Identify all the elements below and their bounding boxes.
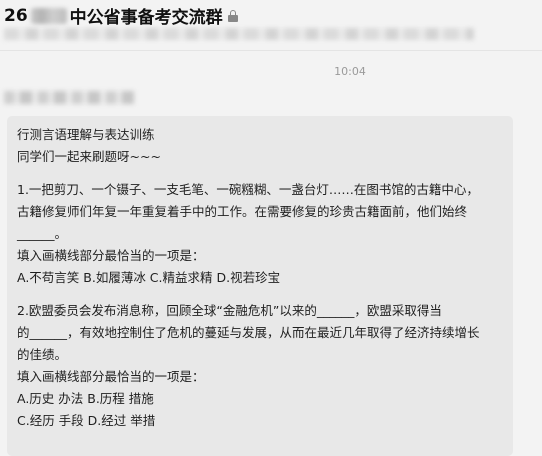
message-line: ______。	[17, 226, 68, 241]
redacted-subtitle	[4, 28, 474, 40]
message-line: 古籍修复师们年复一年重复着手中的工作。在需要修复的珍贵古籍面前，他们始终	[17, 204, 468, 219]
lock-icon	[227, 9, 238, 22]
redacted-title-part	[30, 7, 67, 24]
message-line: 2.欧盟委员会发布消息称，回顾全球“金融危机”以来的______，欧盟采取得当	[17, 303, 442, 318]
message-line: 行测言语理解与表达训练	[17, 127, 155, 142]
message-line: 填入画横线部分最恰当的一项是：	[17, 369, 205, 384]
message-line: 同学们一起来刷题呀~~~	[17, 149, 161, 164]
chat-title-name: 中公省事备考交流群	[69, 8, 223, 28]
message-bubble[interactable]: 行测言语理解与表达训练 同学们一起来刷题呀~~~ 1.一把剪刀、一个镊子、一支毛…	[7, 116, 513, 456]
redacted-sender-name	[4, 91, 134, 104]
message-line: 1.一把剪刀、一个镊子、一支毛笔、一碗糨糊、一盏台灯……在图书馆的古籍中心，	[17, 182, 479, 197]
message-line: A.不苟言笑 B.如履薄冰 C.精益求精 D.视若珍宝	[17, 270, 281, 285]
header-divider	[0, 50, 542, 51]
message-line: 的佳绩。	[17, 347, 68, 362]
chat-header: 26 中公省事备考交流群	[0, 0, 542, 46]
chat-title[interactable]: 26 中公省事备考交流群	[4, 3, 238, 28]
chat-title-prefix: 26	[4, 5, 28, 26]
message-line: 的______，有效地控制住了危机的蔓延与发展，从而在最近几年取得了经济持续增长	[17, 325, 480, 340]
message-line: 填入画横线部分最恰当的一项是：	[17, 248, 205, 263]
message-line: A.历史 办法 B.历程 措施	[17, 391, 154, 406]
message-line: C.经历 手段 D.经过 举措	[17, 413, 156, 428]
message-timestamp: 10:04	[334, 65, 366, 78]
